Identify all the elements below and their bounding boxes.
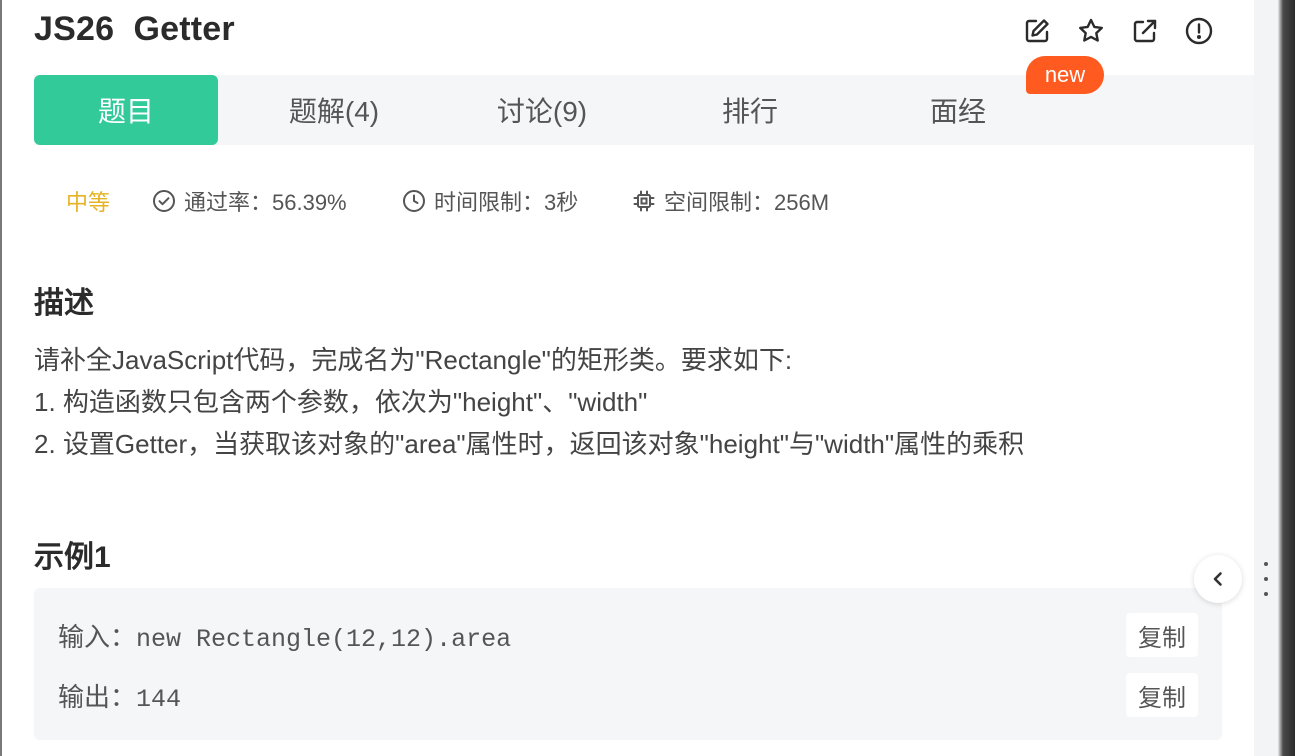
time-limit-text: 时间限制：3秒 (434, 190, 579, 215)
chevron-left-icon (1213, 572, 1222, 586)
description-heading: 描述 (34, 287, 94, 320)
more-options-icon[interactable] (1262, 562, 1270, 596)
output-label: 输出： (58, 682, 137, 712)
edit-icon[interactable] (1022, 16, 1052, 46)
tab-discussion[interactable]: 讨论(9) (450, 75, 634, 145)
copy-output-button[interactable]: 复制 (1126, 673, 1198, 717)
example-input: 输入：new Rectangle(12,12).area (58, 617, 511, 654)
star-icon[interactable] (1076, 16, 1106, 46)
external-link-icon[interactable] (1130, 16, 1160, 46)
example-box (34, 588, 1222, 740)
clock-icon (402, 189, 426, 213)
check-circle-icon (152, 189, 176, 213)
description-line: 请补全JavaScript代码，完成名为"Rectangle"的矩形类。要求如下… (34, 345, 793, 375)
tab-interview[interactable]: 面经 (866, 75, 1050, 145)
tab-ranking[interactable]: 排行 (658, 75, 842, 145)
example-output: 输出：144 (58, 677, 181, 714)
pass-rate-text: 通过率：56.39% (184, 190, 347, 215)
time-limit: 时间限制：3秒 (402, 184, 578, 218)
memory-limit: 空间限制：256M (632, 184, 829, 218)
collapse-panel-button[interactable] (1194, 555, 1242, 603)
pass-rate: 通过率：56.39% (152, 184, 347, 218)
memory-limit-text: 空间限制：256M (664, 190, 830, 215)
output-value: 144 (136, 685, 182, 714)
input-value: new Rectangle(12,12).area (136, 625, 512, 654)
report-icon[interactable] (1184, 16, 1214, 46)
tab-problem[interactable]: 题目 (34, 75, 218, 145)
description-line: 1. 构造函数只包含两个参数，依次为"height"、"width" (34, 387, 648, 417)
copy-input-button[interactable]: 复制 (1126, 613, 1198, 657)
difficulty-label: 中等 (66, 190, 111, 215)
problem-title: JS26 Getter (34, 10, 235, 48)
scrollbar-edge[interactable] (1278, 0, 1295, 756)
example-heading: 示例1 (34, 541, 111, 574)
input-label: 输入： (58, 622, 137, 652)
description-line: 2. 设置Getter，当获取该对象的"area"属性时，返回该对象"heigh… (34, 429, 1025, 459)
chip-icon (632, 189, 656, 213)
new-badge: new (1026, 56, 1104, 94)
tab-solutions[interactable]: 题解(4) (242, 75, 426, 145)
